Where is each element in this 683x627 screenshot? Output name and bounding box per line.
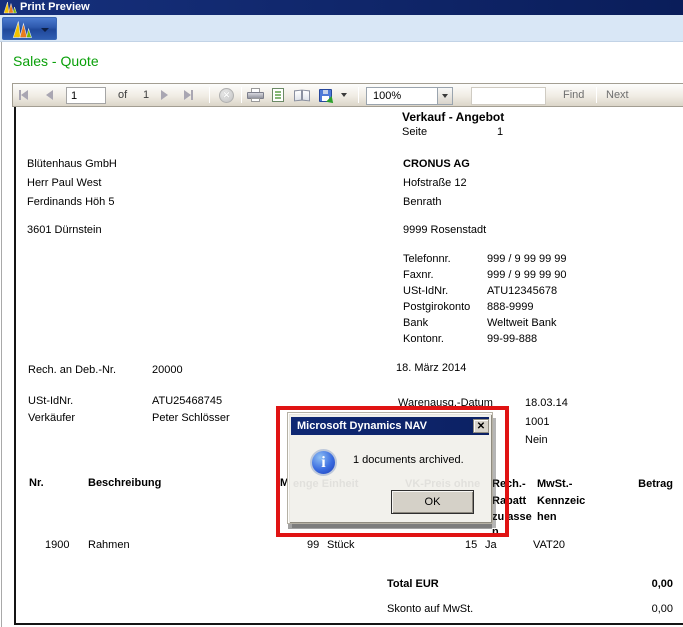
- skonto-label: Skonto auf MwSt.: [387, 603, 473, 615]
- document-date: 18. März 2014: [396, 362, 466, 374]
- row-unit: Stück: [327, 539, 355, 551]
- print-layout-icon: [272, 88, 284, 102]
- col-mwst: hen: [537, 511, 557, 523]
- toolbar-separator: [241, 87, 242, 103]
- print-icon: [247, 88, 264, 102]
- info-value: 99-99-888: [487, 333, 537, 345]
- find-button[interactable]: Find: [563, 84, 584, 106]
- info-label: Kontonr.: [403, 333, 444, 345]
- cancel-icon: ✕: [219, 88, 234, 103]
- export-icon: [319, 89, 332, 102]
- row-nr: 1900: [45, 539, 69, 551]
- window-title: Print Preview: [20, 1, 90, 13]
- salesperson-label: Verkäufer: [28, 412, 75, 424]
- page-setup-icon: [294, 89, 311, 102]
- print-layout-button[interactable]: [272, 84, 284, 106]
- of-label: of: [118, 84, 127, 106]
- report-toolbar: of 1 ✕ 100% Find Next: [12, 83, 683, 107]
- info-label: Telefonnr.: [403, 253, 451, 265]
- toolbar-separator: [209, 87, 210, 103]
- chevron-down-icon: [442, 94, 448, 98]
- recipient-contact: Herr Paul West: [27, 177, 101, 189]
- shipdate-value: 18.03.14: [525, 397, 568, 409]
- print-button[interactable]: [247, 84, 264, 106]
- company-street: Hofstraße 12: [403, 177, 467, 189]
- company-city: 9999 Rosenstadt: [403, 224, 486, 236]
- order-no-value: 1001: [525, 416, 549, 428]
- col-beschreibung: Beschreibung: [88, 477, 161, 489]
- first-page-button[interactable]: [19, 84, 28, 106]
- info-label: Postgirokonto: [403, 301, 470, 313]
- skonto-value: 0,00: [652, 603, 673, 615]
- incl-vat-value: Nein: [525, 434, 548, 446]
- row-vat-code: VAT20: [533, 539, 565, 551]
- report-title: Verkauf - Angebot: [402, 111, 504, 123]
- application-menu-button[interactable]: [2, 17, 57, 40]
- export-menu-caret[interactable]: [341, 84, 347, 106]
- info-value: 999 / 9 99 99 99: [487, 253, 567, 265]
- next-page-button[interactable]: [161, 84, 168, 106]
- recipient-name: Blütenhaus GmbH: [27, 158, 117, 170]
- billto-value: 20000: [152, 364, 183, 376]
- dynamics-nav-logo-icon: [11, 20, 33, 39]
- row-allow: Ja: [485, 539, 497, 551]
- info-label: Bank: [403, 317, 428, 329]
- window-titlebar: Print Preview: [0, 0, 683, 15]
- report-page-bottom-edge: [14, 623, 683, 625]
- zoom-dropdown-button[interactable]: [437, 87, 453, 105]
- last-page-button[interactable]: [184, 84, 193, 106]
- dynamics-nav-logo-icon: [3, 1, 17, 14]
- page-number-input[interactable]: [66, 87, 106, 104]
- salesperson-value: Peter Schlösser: [152, 412, 230, 424]
- row-qty: 99: [307, 539, 319, 551]
- cancel-rendering-button[interactable]: ✕: [219, 84, 234, 106]
- page-number: 1: [497, 126, 503, 138]
- col-nr: Nr.: [29, 477, 44, 489]
- billto-label: Rech. an Deb.-Nr.: [28, 364, 116, 376]
- info-label: Faxnr.: [403, 269, 434, 281]
- toolbar-separator: [596, 87, 597, 103]
- total-value: 0,00: [652, 578, 673, 590]
- info-label: USt-IdNr.: [403, 285, 448, 297]
- zoom-select[interactable]: 100%: [366, 87, 437, 105]
- total-label: Total EUR: [387, 578, 439, 590]
- vat-label: USt-IdNr.: [28, 395, 73, 407]
- page-setup-button[interactable]: [294, 84, 311, 106]
- col-mwst: MwSt.-: [537, 478, 572, 490]
- prev-page-button[interactable]: [46, 84, 53, 106]
- export-button[interactable]: [319, 84, 332, 106]
- company-name: CRONUS AG: [403, 158, 470, 170]
- page-title: Sales - Quote: [13, 53, 99, 69]
- chevron-down-icon: [341, 93, 347, 97]
- toolbar-separator: [358, 87, 359, 103]
- next-find-button[interactable]: Next: [606, 84, 629, 106]
- ribbon-bar: [0, 15, 683, 42]
- info-value: ATU12345678: [487, 285, 557, 297]
- recipient-street: Ferdinands Höh 5: [27, 196, 114, 208]
- row-desc: Rahmen: [88, 539, 130, 551]
- info-value: 888-9999: [487, 301, 534, 313]
- vat-value: ATU25468745: [152, 395, 222, 407]
- window-left-edge: [1, 42, 2, 627]
- col-betrag: Betrag: [638, 478, 673, 490]
- col-mwst: Kennzeic: [537, 495, 585, 507]
- info-value: 999 / 9 99 99 90: [487, 269, 567, 281]
- recipient-city: 3601 Dürnstein: [27, 224, 102, 236]
- page-total: 1: [143, 84, 149, 106]
- find-input[interactable]: [471, 87, 546, 105]
- page-label: Seite: [402, 126, 427, 138]
- highlight-rectangle: [276, 406, 509, 537]
- print-preview-window: Print Preview Sales - Quote of 1 ✕: [0, 0, 683, 627]
- company-district: Benrath: [403, 196, 442, 208]
- info-value: Weltweit Bank: [487, 317, 557, 329]
- row-discount: 15: [465, 539, 477, 551]
- report-page-left-edge: [14, 107, 16, 625]
- app-menu-caret-icon: [41, 28, 49, 32]
